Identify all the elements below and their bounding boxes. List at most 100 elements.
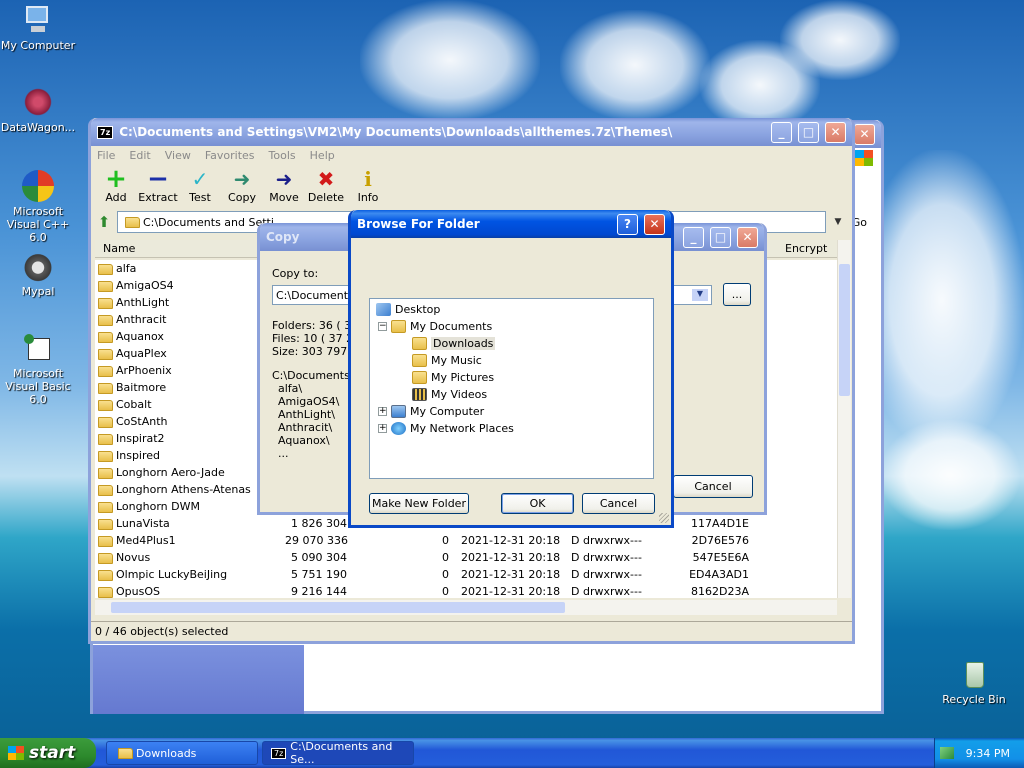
tool-label: Delete	[307, 191, 345, 204]
browse-button[interactable]: ...	[723, 283, 751, 306]
size-cell: 29 070 336	[285, 534, 348, 547]
expand-icon[interactable]: +	[378, 406, 387, 416]
collapse-icon[interactable]: −	[378, 321, 387, 331]
ok-button[interactable]: OK	[501, 493, 574, 514]
close-icon: ✕	[649, 217, 660, 231]
task-sevenzip[interactable]: 7z C:\Documents and Se...	[262, 740, 414, 766]
menu-help[interactable]: Help	[310, 149, 335, 162]
maximize-button[interactable]: □	[710, 226, 731, 248]
table-row[interactable]: Olmpic LuckyBeiJing 5 751 190 0 2021-12-31 …	[95, 566, 848, 583]
folder-icon	[98, 518, 113, 530]
desktop-icon-visual-cpp[interactable]: Microsoft Visual C++ 6.0	[0, 170, 78, 244]
vertical-scrollbar[interactable]	[837, 240, 851, 598]
scroll-thumb[interactable]	[111, 602, 565, 613]
close-button[interactable]: ✕	[854, 123, 875, 145]
cancel-button[interactable]: Cancel	[582, 493, 655, 514]
tree-item-label: Desktop	[395, 302, 441, 316]
table-row[interactable]: OpusOS 9 216 144 0 2021-12-31 20:18 D drwxrw…	[95, 583, 848, 598]
close-button[interactable]: ✕	[644, 213, 665, 235]
desktop-icon-recycle-bin[interactable]: Recycle Bin	[934, 658, 1014, 706]
check-icon: ✓	[191, 167, 209, 191]
make-new-folder-button[interactable]: Make New Folder	[369, 493, 469, 514]
copy-button[interactable]: ➜ Copy	[221, 167, 263, 207]
menu-tools[interactable]: Tools	[269, 149, 296, 162]
visual-basic-icon	[22, 332, 54, 364]
tree-item-my-computer[interactable]: + My Computer	[378, 403, 484, 419]
sevenzip-titlebar[interactable]: 7z C:\Documents and Settings\VM2\My Docu…	[91, 118, 852, 146]
address-dropdown-arrow-icon[interactable]: ▼	[830, 212, 846, 232]
copy-cancel-button[interactable]: Cancel	[673, 475, 753, 498]
task-label: Downloads	[136, 746, 197, 760]
my-documents-icon	[391, 319, 406, 333]
dropdown-arrow-icon[interactable]: ▼	[692, 289, 708, 301]
info-button[interactable]: i Info	[347, 167, 389, 207]
maximize-icon: □	[802, 125, 815, 139]
table-row[interactable]: Med4Plus1 29 070 336 0 2021-12-31 20:18 D dr…	[95, 532, 848, 549]
horizontal-scrollbar[interactable]	[95, 600, 837, 615]
browse-dialog-titlebar[interactable]: Browse For Folder ? ✕	[351, 210, 671, 238]
tree-item-my-network-places[interactable]: + My Network Places	[378, 420, 514, 436]
help-button[interactable]: ?	[617, 213, 638, 235]
expand-icon[interactable]: +	[378, 423, 387, 433]
maximize-icon: □	[714, 230, 727, 244]
close-button[interactable]: ✕	[737, 226, 758, 248]
maximize-button[interactable]: □	[798, 121, 819, 143]
tree-item-desktop[interactable]: Desktop	[376, 301, 440, 317]
computer-icon	[22, 4, 54, 36]
pictures-folder-icon	[412, 370, 427, 384]
browse-folder-dialog[interactable]: Browse For Folder ? ✕ Desktop − My Docum…	[348, 210, 674, 528]
menu-favorites[interactable]: Favorites	[205, 149, 255, 162]
scroll-thumb[interactable]	[839, 264, 850, 396]
start-button[interactable]: start	[0, 738, 96, 768]
extract-button[interactable]: − Extract	[137, 164, 179, 207]
minimize-button[interactable]: _	[771, 121, 792, 143]
tree-item-my-videos[interactable]: My Videos	[412, 386, 487, 402]
desktop-icon-label: My Computer	[0, 39, 76, 52]
folder-icon	[98, 501, 113, 513]
close-button[interactable]: ✕	[825, 121, 846, 143]
minimize-button[interactable]: _	[683, 226, 704, 248]
close-icon: ✕	[830, 125, 841, 139]
name-cell: Med4Plus1	[95, 534, 285, 547]
crc-cell: ED4A3AD1	[689, 568, 749, 581]
column-encrypted[interactable]: Encrypt	[785, 242, 827, 255]
network-tray-icon[interactable]	[939, 747, 954, 759]
delete-button[interactable]: ✖ Delete	[305, 167, 347, 207]
menu-file[interactable]: File	[97, 149, 115, 162]
table-row[interactable]: Novus 5 090 304 0 2021-12-31 20:18 D drwxrwx…	[95, 549, 848, 566]
name-cell-text: alfa	[116, 262, 137, 275]
folder-tree[interactable]: Desktop − My Documents Downloads My Musi…	[369, 298, 654, 479]
tool-label: Info	[357, 191, 379, 204]
tree-item-my-music[interactable]: My Music	[412, 352, 482, 368]
copy-to-label: Copy to:	[272, 267, 319, 280]
desktop-icon-label: Recycle Bin	[942, 693, 1006, 706]
task-downloads[interactable]: Downloads	[106, 741, 258, 765]
up-folder-icon[interactable]: ⬆	[95, 213, 113, 231]
desktop-icon-visual-basic[interactable]: Microsoft Visual Basic 6.0	[0, 332, 78, 406]
add-button[interactable]: + Add	[95, 164, 137, 207]
desktop-icon-datawagon[interactable]: DataWagon...	[0, 86, 78, 134]
tree-item-downloads[interactable]: Downloads	[412, 335, 496, 351]
list-line: alfa\	[278, 382, 303, 395]
name-cell: Novus	[95, 551, 285, 564]
tree-item-my-documents[interactable]: − My Documents	[378, 318, 492, 334]
tree-item-label: My Network Places	[410, 421, 514, 435]
info-icon: i	[364, 167, 372, 191]
clock[interactable]: 9:34 PM	[966, 747, 1010, 760]
menu-edit[interactable]: Edit	[129, 149, 150, 162]
minimize-icon: _	[690, 230, 697, 244]
desktop-icon-my-computer[interactable]: My Computer	[0, 4, 78, 52]
menu-view[interactable]: View	[165, 149, 191, 162]
menu-bar: File Edit View Favorites Tools Help	[91, 146, 852, 165]
tree-item-my-pictures[interactable]: My Pictures	[412, 369, 494, 385]
move-button[interactable]: ➜ Move	[263, 167, 305, 207]
test-button[interactable]: ✓ Test	[179, 167, 221, 207]
crc-cell-text: ED4A3AD1	[689, 568, 749, 581]
folder-icon	[98, 586, 113, 598]
list-line: C:\Documents a	[272, 369, 361, 382]
packed-cell: 0	[347, 551, 449, 564]
resize-grip-icon[interactable]	[659, 513, 669, 523]
status-text: 0 / 46 object(s) selected	[95, 625, 229, 638]
list-line: ...	[278, 447, 289, 460]
desktop-icon-mypal[interactable]: Mypal	[0, 250, 78, 298]
